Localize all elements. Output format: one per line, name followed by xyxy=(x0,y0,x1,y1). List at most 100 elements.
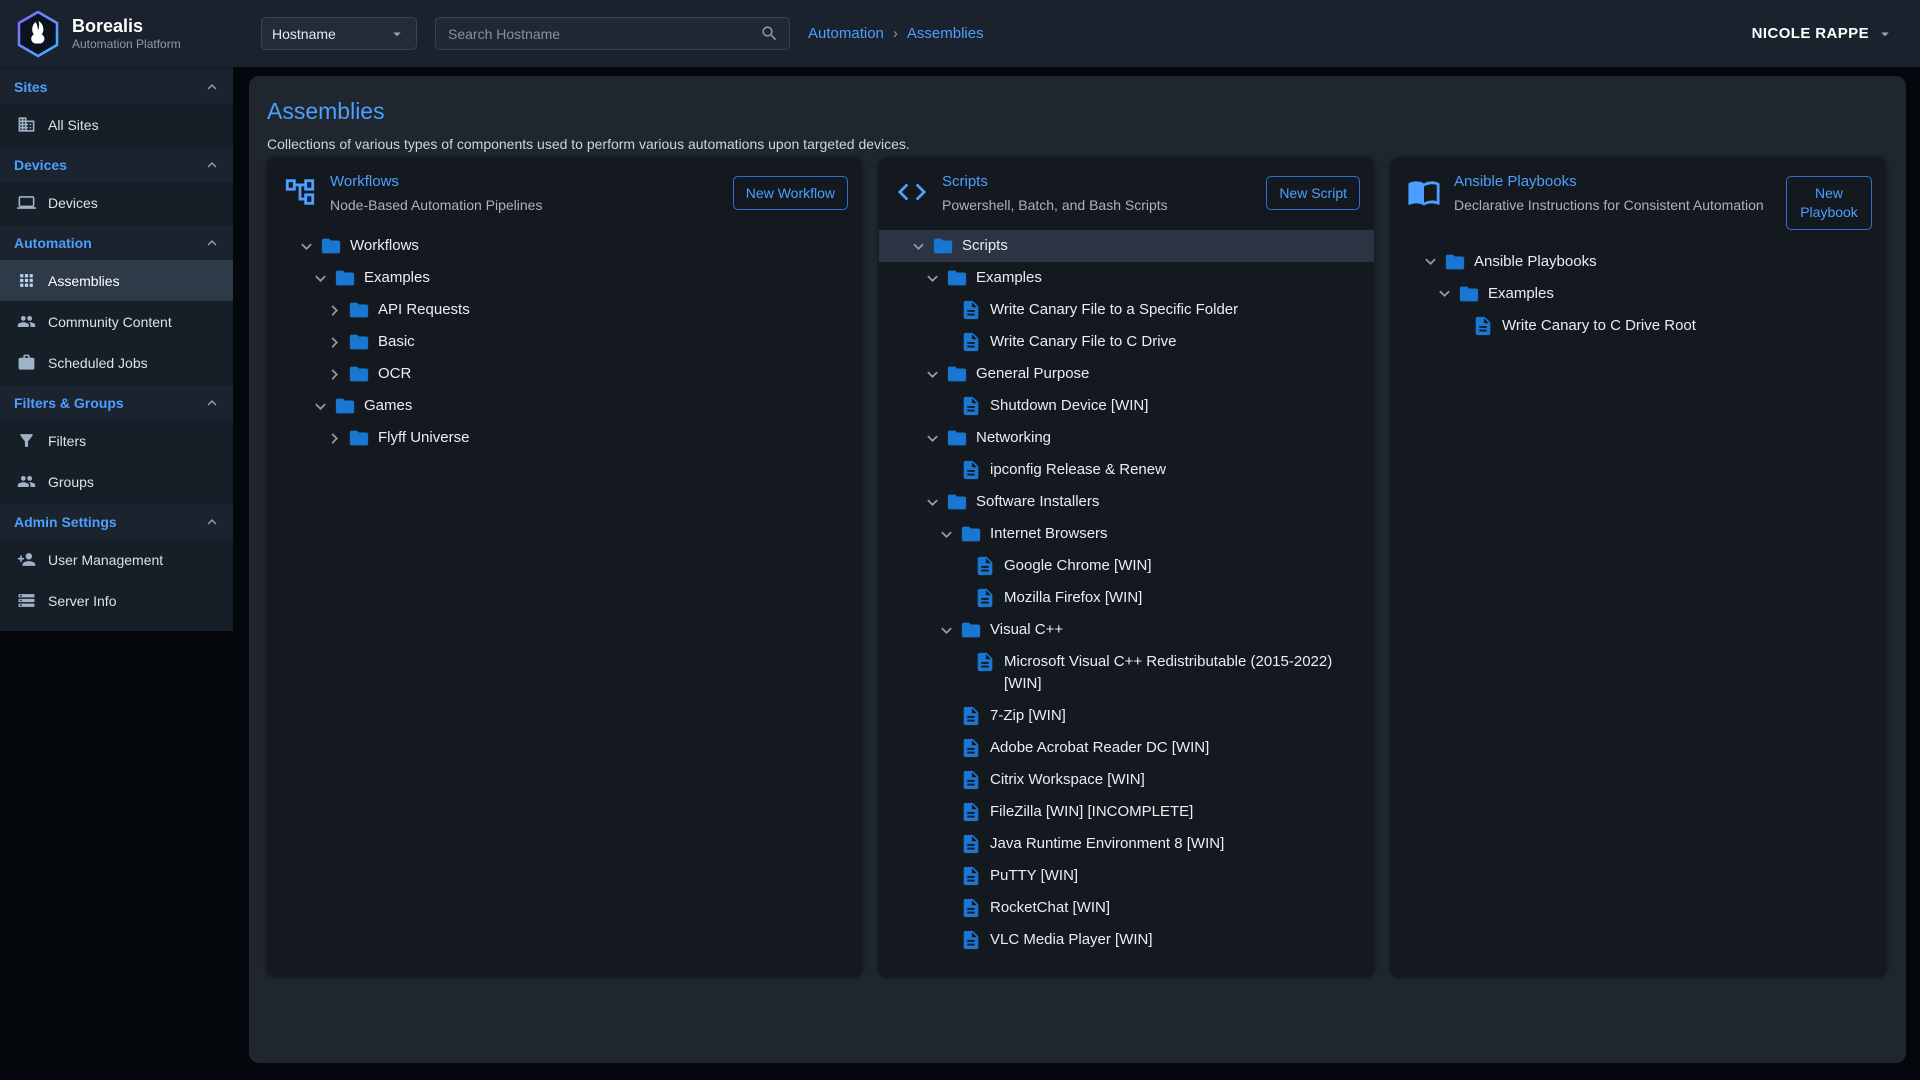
tree-item-label: Basic xyxy=(378,331,415,353)
sidebar-section-label: Devices xyxy=(14,157,67,173)
tree-folder-examples[interactable]: Examples xyxy=(267,262,862,294)
tree-folder-games[interactable]: Games xyxy=(267,390,862,422)
chevron-right-icon[interactable] xyxy=(321,299,347,321)
chevron-down-icon[interactable] xyxy=(293,235,319,257)
sidebar-item-all-sites[interactable]: All Sites xyxy=(0,104,233,145)
file-icon xyxy=(959,865,983,887)
tree-folder-internet-browsers[interactable]: Internet Browsers xyxy=(879,518,1374,550)
tree-file-write-canary-file-to-a-specific-folder[interactable]: Write Canary File to a Specific Folder xyxy=(879,294,1374,326)
sidebar-item-scheduled-jobs[interactable]: Scheduled Jobs xyxy=(0,342,233,383)
chevron-down-icon[interactable] xyxy=(307,267,333,289)
tree-file-mozilla-firefox-win[interactable]: Mozilla Firefox [WIN] xyxy=(879,582,1374,614)
tree-folder-basic[interactable]: Basic xyxy=(267,326,862,358)
tree-folder-examples[interactable]: Examples xyxy=(1391,278,1886,310)
sidebar-item-devices[interactable]: Devices xyxy=(0,182,233,223)
brand-subtitle: Automation Platform xyxy=(72,37,181,51)
tree-file-shutdown-device-win[interactable]: Shutdown Device [WIN] xyxy=(879,390,1374,422)
tree-file-putty-win[interactable]: PuTTY [WIN] xyxy=(879,860,1374,892)
search-input[interactable] xyxy=(446,25,760,43)
sidebar-section-filters-groups[interactable]: Filters & Groups xyxy=(0,386,233,420)
twisty-spacer xyxy=(933,769,959,791)
file-icon xyxy=(959,769,983,791)
tree-file-ipconfig-release-renew[interactable]: ipconfig Release & Renew xyxy=(879,454,1374,486)
breadcrumb-link-automation[interactable]: Automation xyxy=(808,25,884,42)
hostname-select[interactable]: Hostname xyxy=(261,17,417,50)
tree-file-vlc-media-player-win[interactable]: VLC Media Player [WIN] xyxy=(879,924,1374,956)
tree-file-write-canary-to-c-drive-root[interactable]: Write Canary to C Drive Root xyxy=(1391,310,1886,342)
chevron-right-icon[interactable] xyxy=(321,331,347,353)
chevron-up-icon xyxy=(203,156,221,174)
sidebar-section-automation[interactable]: Automation xyxy=(0,226,233,260)
chevron-down-icon[interactable] xyxy=(905,235,931,257)
chevron-down-icon xyxy=(1876,25,1894,43)
borealis-logo-icon xyxy=(14,10,62,58)
sidebar-item-label: Devices xyxy=(48,195,98,211)
tree-file-rocketchat-win[interactable]: RocketChat [WIN] xyxy=(879,892,1374,924)
new-script-button[interactable]: New Script xyxy=(1266,176,1360,210)
tree-folder-workflows[interactable]: Workflows xyxy=(267,230,862,262)
tree-file-filezilla-win-incomplete[interactable]: FileZilla [WIN] [INCOMPLETE] xyxy=(879,796,1374,828)
tree-file-write-canary-file-to-c-drive[interactable]: Write Canary File to C Drive xyxy=(879,326,1374,358)
sidebar-item-community-content[interactable]: Community Content xyxy=(0,301,233,342)
chevron-down-icon[interactable] xyxy=(1431,283,1457,305)
breadcrumb-link-assemblies[interactable]: Assemblies xyxy=(907,25,984,42)
chevron-down-icon[interactable] xyxy=(919,427,945,449)
sidebar-item-user-management[interactable]: User Management xyxy=(0,539,233,580)
chevron-down-icon[interactable] xyxy=(919,491,945,513)
tree-folder-software-installers[interactable]: Software Installers xyxy=(879,486,1374,518)
twisty-spacer xyxy=(933,705,959,727)
sidebar-item-filters[interactable]: Filters xyxy=(0,420,233,461)
chevron-down-icon[interactable] xyxy=(933,523,959,545)
workflows-card-title: Workflows xyxy=(330,173,723,190)
twisty-spacer xyxy=(947,651,973,673)
tree-folder-ansible-playbooks[interactable]: Ansible Playbooks xyxy=(1391,246,1886,278)
tree-folder-api-requests[interactable]: API Requests xyxy=(267,294,862,326)
tree-folder-networking[interactable]: Networking xyxy=(879,422,1374,454)
twisty-spacer xyxy=(933,865,959,887)
folder-icon xyxy=(1443,251,1467,273)
workflows-tree: WorkflowsExamplesAPI Requests Basic OCRGam… xyxy=(267,230,862,454)
new-workflow-button[interactable]: New Workflow xyxy=(733,176,848,210)
main-panel: Assemblies Collections of various types … xyxy=(249,76,1906,1063)
tree-file-7-zip-win[interactable]: 7-Zip [WIN] xyxy=(879,700,1374,732)
chevron-down-icon[interactable] xyxy=(919,267,945,289)
folder-icon xyxy=(1457,283,1481,305)
user-menu[interactable]: NICOLE RAPPE xyxy=(1752,25,1894,43)
sidebar-item-server-info[interactable]: Server Info xyxy=(0,580,233,621)
tree-file-google-chrome-win[interactable]: Google Chrome [WIN] xyxy=(879,550,1374,582)
chevron-down-icon[interactable] xyxy=(307,395,333,417)
tree-item-label: Write Canary File to C Drive xyxy=(990,331,1176,353)
tree-folder-flyff-universe[interactable]: Flyff Universe xyxy=(267,422,862,454)
search-box[interactable] xyxy=(435,17,790,50)
tree-file-citrix-workspace-win[interactable]: Citrix Workspace [WIN] xyxy=(879,764,1374,796)
chevron-down-icon[interactable] xyxy=(919,363,945,385)
tree-folder-general-purpose[interactable]: General Purpose xyxy=(879,358,1374,390)
tree-folder-examples[interactable]: Examples xyxy=(879,262,1374,294)
chevron-right-icon[interactable] xyxy=(321,427,347,449)
new-playbook-button[interactable]: New Playbook xyxy=(1786,176,1872,230)
tree-file-java-runtime-environment-8-win[interactable]: Java Runtime Environment 8 [WIN] xyxy=(879,828,1374,860)
chevron-right-icon[interactable] xyxy=(321,363,347,385)
chevron-down-icon[interactable] xyxy=(933,619,959,641)
search-icon xyxy=(760,24,779,43)
tree-file-microsoft-visual-c-redistributable-2015-2022-win[interactable]: Microsoft Visual C++ Redistributable (20… xyxy=(879,646,1374,700)
sidebar-section-sites[interactable]: Sites xyxy=(0,70,233,104)
sidebar-item-groups[interactable]: Groups xyxy=(0,461,233,502)
sidebar-section-label: Automation xyxy=(14,235,92,251)
tree-folder-scripts[interactable]: Scripts xyxy=(879,230,1374,262)
sidebar-section-devices[interactable]: Devices xyxy=(0,148,233,182)
file-icon xyxy=(959,331,983,353)
file-icon xyxy=(973,587,997,609)
twisty-spacer xyxy=(933,395,959,417)
sidebar-item-assemblies[interactable]: Assemblies xyxy=(0,260,233,301)
tree-folder-visual-c[interactable]: Visual C++ xyxy=(879,614,1374,646)
chevron-down-icon[interactable] xyxy=(1417,251,1443,273)
sidebar-item-label: Scheduled Jobs xyxy=(48,355,148,371)
tree-item-label: Scripts xyxy=(962,235,1008,257)
file-icon xyxy=(973,555,997,577)
caret-down-icon xyxy=(388,25,406,43)
tree-item-label: PuTTY [WIN] xyxy=(990,865,1078,887)
tree-folder-ocr[interactable]: OCR xyxy=(267,358,862,390)
tree-file-adobe-acrobat-reader-dc-win[interactable]: Adobe Acrobat Reader DC [WIN] xyxy=(879,732,1374,764)
sidebar-section-admin-settings[interactable]: Admin Settings xyxy=(0,505,233,539)
